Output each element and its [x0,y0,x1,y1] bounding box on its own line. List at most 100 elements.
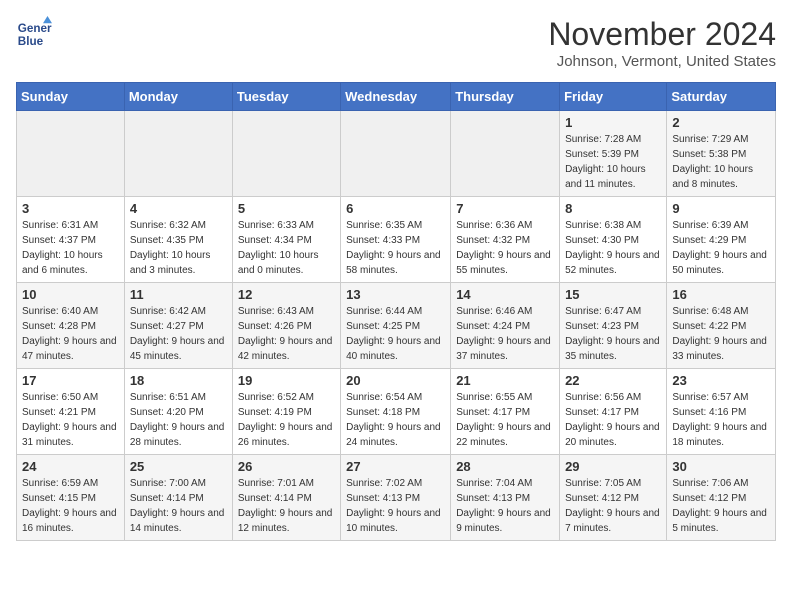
day-info: Sunrise: 7:29 AMSunset: 5:38 PMDaylight:… [672,132,770,192]
title-section: November 2024 Johnson, Vermont, United S… [548,16,776,70]
day-number: 20 [346,373,445,388]
day-info: Sunrise: 6:57 AMSunset: 4:16 PMDaylight:… [672,390,770,450]
day-info: Sunrise: 7:02 AMSunset: 4:13 PMDaylight:… [346,476,445,536]
day-info: Sunrise: 7:01 AMSunset: 4:14 PMDaylight:… [238,476,335,536]
calendar-cell [17,111,125,197]
day-number: 3 [22,201,119,216]
calendar-cell [341,111,451,197]
calendar-cell: 1 Sunrise: 7:28 AMSunset: 5:39 PMDaylight… [560,111,667,197]
calendar-cell: 11 Sunrise: 6:42 AMSunset: 4:27 PMDayligh… [124,283,232,369]
calendar-cell: 10 Sunrise: 6:40 AMSunset: 4:28 PMDayligh… [17,283,125,369]
svg-text:General: General [18,22,52,35]
day-info: Sunrise: 6:43 AMSunset: 4:26 PMDaylight:… [238,304,335,364]
day-number: 11 [130,287,227,302]
logo-icon: General Blue [16,16,52,52]
day-number: 4 [130,201,227,216]
day-number: 23 [672,373,770,388]
day-number: 24 [22,459,119,474]
day-info: Sunrise: 6:59 AMSunset: 4:15 PMDaylight:… [22,476,119,536]
calendar-cell: 22 Sunrise: 6:56 AMSunset: 4:17 PMDayligh… [560,369,667,455]
day-number: 8 [565,201,661,216]
day-number: 5 [238,201,335,216]
calendar-cell: 23 Sunrise: 6:57 AMSunset: 4:16 PMDayligh… [667,369,776,455]
day-info: Sunrise: 6:47 AMSunset: 4:23 PMDaylight:… [565,304,661,364]
calendar-week-row: 3Sunrise: 6:31 AMSunset: 4:37 PMDaylight… [17,197,776,283]
calendar-cell [451,111,560,197]
calendar-cell: 27 Sunrise: 7:02 AMSunset: 4:13 PMDayligh… [341,455,451,541]
day-info: Sunrise: 7:28 AMSunset: 5:39 PMDaylight:… [565,132,661,192]
calendar-cell: 29Sunrise: 7:05 AMSunset: 4:12 PMDayligh… [560,455,667,541]
calendar-week-row: 1 Sunrise: 7:28 AMSunset: 5:39 PMDaylight… [17,111,776,197]
day-info: Sunrise: 7:06 AMSunset: 4:12 PMDaylight:… [672,476,770,536]
calendar-cell: 12 Sunrise: 6:43 AMSunset: 4:26 PMDayligh… [232,283,340,369]
calendar-cell: 9 Sunrise: 6:39 AMSunset: 4:29 PMDaylight… [667,197,776,283]
day-number: 1 [565,115,661,130]
day-number: 25 [130,459,227,474]
calendar-week-row: 10 Sunrise: 6:40 AMSunset: 4:28 PMDayligh… [17,283,776,369]
day-number: 29 [565,459,661,474]
calendar-cell: 3Sunrise: 6:31 AMSunset: 4:37 PMDaylight… [17,197,125,283]
day-number: 30 [672,459,770,474]
calendar-cell: 18 Sunrise: 6:51 AMSunset: 4:20 PMDayligh… [124,369,232,455]
day-number: 12 [238,287,335,302]
calendar-cell: 5 Sunrise: 6:33 AMSunset: 4:34 PMDaylight… [232,197,340,283]
calendar-cell: 2 Sunrise: 7:29 AMSunset: 5:38 PMDaylight… [667,111,776,197]
day-of-week-header: Wednesday [341,83,451,111]
month-title: November 2024 [548,16,776,53]
day-info: Sunrise: 6:46 AMSunset: 4:24 PMDaylight:… [456,304,554,364]
day-info: Sunrise: 7:04 AMSunset: 4:13 PMDaylight:… [456,476,554,536]
day-info: Sunrise: 6:48 AMSunset: 4:22 PMDaylight:… [672,304,770,364]
calendar-cell: 7Sunrise: 6:36 AMSunset: 4:32 PMDaylight… [451,197,560,283]
day-info: Sunrise: 6:33 AMSunset: 4:34 PMDaylight:… [238,218,335,278]
day-number: 2 [672,115,770,130]
day-number: 16 [672,287,770,302]
calendar-cell: 6Sunrise: 6:35 AMSunset: 4:33 PMDaylight… [341,197,451,283]
calendar-cell: 17 Sunrise: 6:50 AMSunset: 4:21 PMDayligh… [17,369,125,455]
day-of-week-header: Monday [124,83,232,111]
calendar-week-row: 17 Sunrise: 6:50 AMSunset: 4:21 PMDayligh… [17,369,776,455]
calendar-cell: 8Sunrise: 6:38 AMSunset: 4:30 PMDaylight… [560,197,667,283]
day-number: 10 [22,287,119,302]
page-header: General Blue November 2024 Johnson, Verm… [16,16,776,70]
calendar: SundayMondayTuesdayWednesdayThursdayFrid… [16,82,776,541]
calendar-cell: 4Sunrise: 6:32 AMSunset: 4:35 PMDaylight… [124,197,232,283]
day-info: Sunrise: 6:44 AMSunset: 4:25 PMDaylight:… [346,304,445,364]
calendar-header-row: SundayMondayTuesdayWednesdayThursdayFrid… [17,83,776,111]
calendar-cell: 16 Sunrise: 6:48 AMSunset: 4:22 PMDayligh… [667,283,776,369]
calendar-cell: 26 Sunrise: 7:01 AMSunset: 4:14 PMDayligh… [232,455,340,541]
day-of-week-header: Friday [560,83,667,111]
day-of-week-header: Thursday [451,83,560,111]
calendar-cell: 21Sunrise: 6:55 AMSunset: 4:17 PMDayligh… [451,369,560,455]
calendar-cell: 28 Sunrise: 7:04 AMSunset: 4:13 PMDayligh… [451,455,560,541]
day-number: 28 [456,459,554,474]
day-info: Sunrise: 6:50 AMSunset: 4:21 PMDaylight:… [22,390,119,450]
day-info: Sunrise: 6:52 AMSunset: 4:19 PMDaylight:… [238,390,335,450]
calendar-cell: 20 Sunrise: 6:54 AMSunset: 4:18 PMDayligh… [341,369,451,455]
day-of-week-header: Tuesday [232,83,340,111]
day-number: 19 [238,373,335,388]
day-info: Sunrise: 6:51 AMSunset: 4:20 PMDaylight:… [130,390,227,450]
calendar-cell: 14 Sunrise: 6:46 AMSunset: 4:24 PMDayligh… [451,283,560,369]
day-number: 27 [346,459,445,474]
calendar-cell: 30 Sunrise: 7:06 AMSunset: 4:12 PMDayligh… [667,455,776,541]
calendar-cell [232,111,340,197]
day-number: 7 [456,201,554,216]
day-number: 18 [130,373,227,388]
calendar-cell: 15 Sunrise: 6:47 AMSunset: 4:23 PMDayligh… [560,283,667,369]
day-number: 26 [238,459,335,474]
day-info: Sunrise: 6:40 AMSunset: 4:28 PMDaylight:… [22,304,119,364]
day-number: 9 [672,201,770,216]
logo: General Blue [16,16,52,52]
day-info: Sunrise: 6:56 AMSunset: 4:17 PMDaylight:… [565,390,661,450]
day-info: Sunrise: 6:39 AMSunset: 4:29 PMDaylight:… [672,218,770,278]
day-number: 14 [456,287,554,302]
day-number: 6 [346,201,445,216]
day-number: 13 [346,287,445,302]
calendar-cell [124,111,232,197]
day-info: Sunrise: 6:54 AMSunset: 4:18 PMDaylight:… [346,390,445,450]
calendar-cell: 25Sunrise: 7:00 AMSunset: 4:14 PMDayligh… [124,455,232,541]
day-number: 22 [565,373,661,388]
day-number: 17 [22,373,119,388]
day-number: 15 [565,287,661,302]
day-info: Sunrise: 6:42 AMSunset: 4:27 PMDaylight:… [130,304,227,364]
